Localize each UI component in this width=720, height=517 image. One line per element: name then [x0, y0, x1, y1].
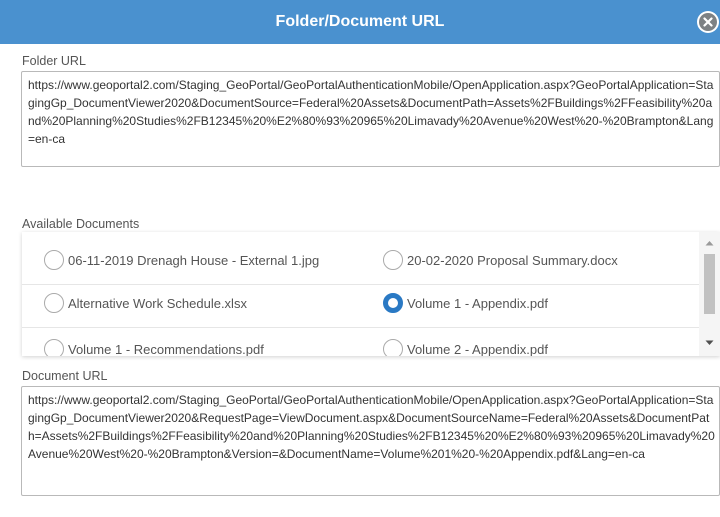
- document-name: 20-02-2020 Proposal Summary.docx: [407, 252, 618, 268]
- document-option[interactable]: Volume 1 - Recommendations.pdf: [44, 338, 264, 356]
- close-icon: [699, 13, 717, 31]
- radio-icon[interactable]: [44, 293, 64, 313]
- scroll-down-arrow-icon[interactable]: [699, 334, 720, 352]
- list-scrollbar[interactable]: [699, 232, 720, 356]
- dialog-titlebar: Folder/Document URL: [0, 0, 720, 44]
- document-url-label: Document URL: [22, 369, 108, 383]
- document-name: Volume 1 - Recommendations.pdf: [68, 341, 264, 357]
- radio-icon[interactable]: [383, 339, 403, 356]
- available-documents-list: 06-11-2019 Drenagh House - External 1.jp…: [22, 232, 720, 356]
- close-button[interactable]: [697, 11, 719, 33]
- document-name: Volume 2 - Appendix.pdf: [407, 341, 548, 357]
- folder-url-label: Folder URL: [22, 54, 86, 68]
- radio-icon[interactable]: [44, 339, 64, 356]
- dialog-title: Folder/Document URL: [275, 13, 445, 30]
- radio-icon[interactable]: [44, 250, 64, 270]
- available-documents-label: Available Documents: [22, 217, 140, 231]
- radio-icon[interactable]: [383, 250, 403, 270]
- document-option[interactable]: Volume 1 - Appendix.pdf: [383, 292, 548, 314]
- document-name: Volume 1 - Appendix.pdf: [407, 295, 548, 311]
- scroll-up-arrow-icon[interactable]: [699, 234, 720, 252]
- document-option[interactable]: 06-11-2019 Drenagh House - External 1.jp…: [44, 249, 319, 271]
- row-divider: [22, 327, 699, 328]
- document-option[interactable]: Alternative Work Schedule.xlsx: [44, 292, 247, 314]
- document-url-field[interactable]: https://www.geoportal2.com/Staging_GeoPo…: [21, 386, 720, 496]
- scrollbar-thumb[interactable]: [704, 254, 715, 314]
- document-name: 06-11-2019 Drenagh House - External 1.jp…: [68, 252, 320, 268]
- document-name: Alternative Work Schedule.xlsx: [68, 295, 247, 311]
- document-option[interactable]: Volume 2 - Appendix.pdf: [383, 338, 548, 356]
- radio-selected-icon[interactable]: [383, 293, 403, 313]
- document-option[interactable]: 20-02-2020 Proposal Summary.docx: [383, 249, 618, 271]
- row-divider: [22, 284, 699, 285]
- folder-url-field[interactable]: https://www.geoportal2.com/Staging_GeoPo…: [21, 71, 720, 167]
